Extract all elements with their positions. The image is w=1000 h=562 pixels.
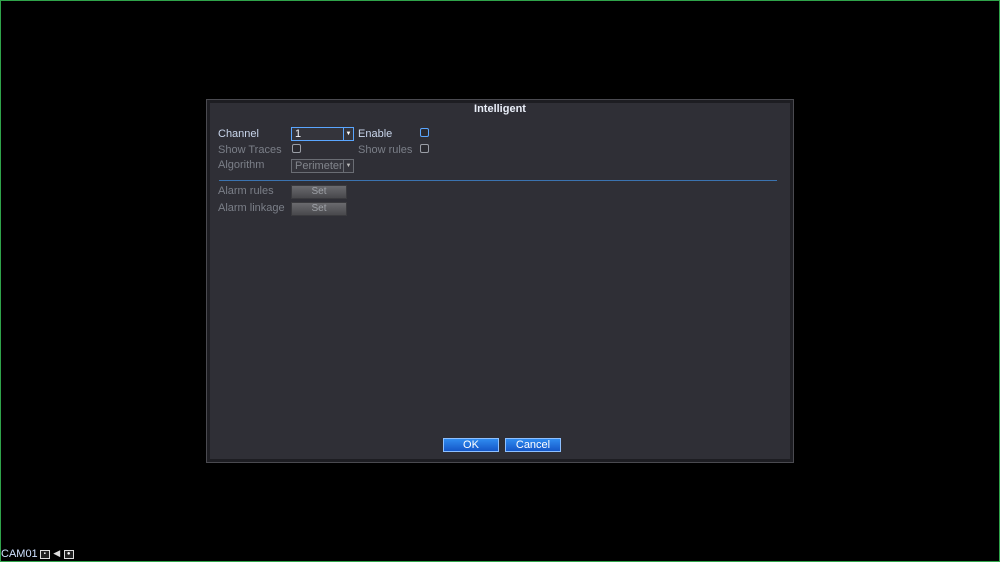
- chevron-down-icon: ▼: [343, 128, 353, 140]
- channel-value: 1: [295, 128, 302, 140]
- algorithm-label: Algorithm: [218, 159, 265, 171]
- algorithm-value: Perimeter: [295, 160, 343, 172]
- show-traces-checkbox[interactable]: [292, 144, 301, 153]
- dialog-title: Intelligent: [474, 103, 526, 115]
- chevron-down-icon: ▼: [343, 160, 353, 172]
- alarm-linkage-set-button[interactable]: Set: [291, 202, 347, 216]
- show-rules-label: Show rules: [358, 144, 413, 156]
- algorithm-select[interactable]: Perimeter ▼: [291, 159, 354, 173]
- show-traces-label: Show Traces: [218, 144, 282, 156]
- camera-name: CAM01: [1, 548, 38, 560]
- show-rules-checkbox[interactable]: [420, 144, 429, 153]
- camera-status-bar: CAM01 ▪ ◀ ●: [1, 548, 74, 561]
- recording-icon: ▪: [39, 550, 50, 559]
- enable-label: Enable: [358, 128, 393, 140]
- enable-checkbox[interactable]: [420, 128, 429, 137]
- alarm-rules-set-button[interactable]: Set: [291, 185, 347, 199]
- cancel-button[interactable]: Cancel: [505, 438, 561, 452]
- channel-label: Channel: [218, 128, 259, 140]
- channel-select[interactable]: 1 ▼: [291, 127, 354, 141]
- camera-icon: ●: [63, 550, 74, 559]
- intelligent-dialog: Intelligent Channel 1 ▼ Enable Show Trac…: [206, 99, 794, 463]
- ok-button[interactable]: OK: [443, 438, 499, 452]
- alarm-rules-label: Alarm rules: [218, 185, 274, 197]
- section-divider: [219, 180, 777, 181]
- alarm-linkage-label: Alarm linkage: [218, 202, 285, 214]
- audio-icon: ◀: [53, 548, 61, 558]
